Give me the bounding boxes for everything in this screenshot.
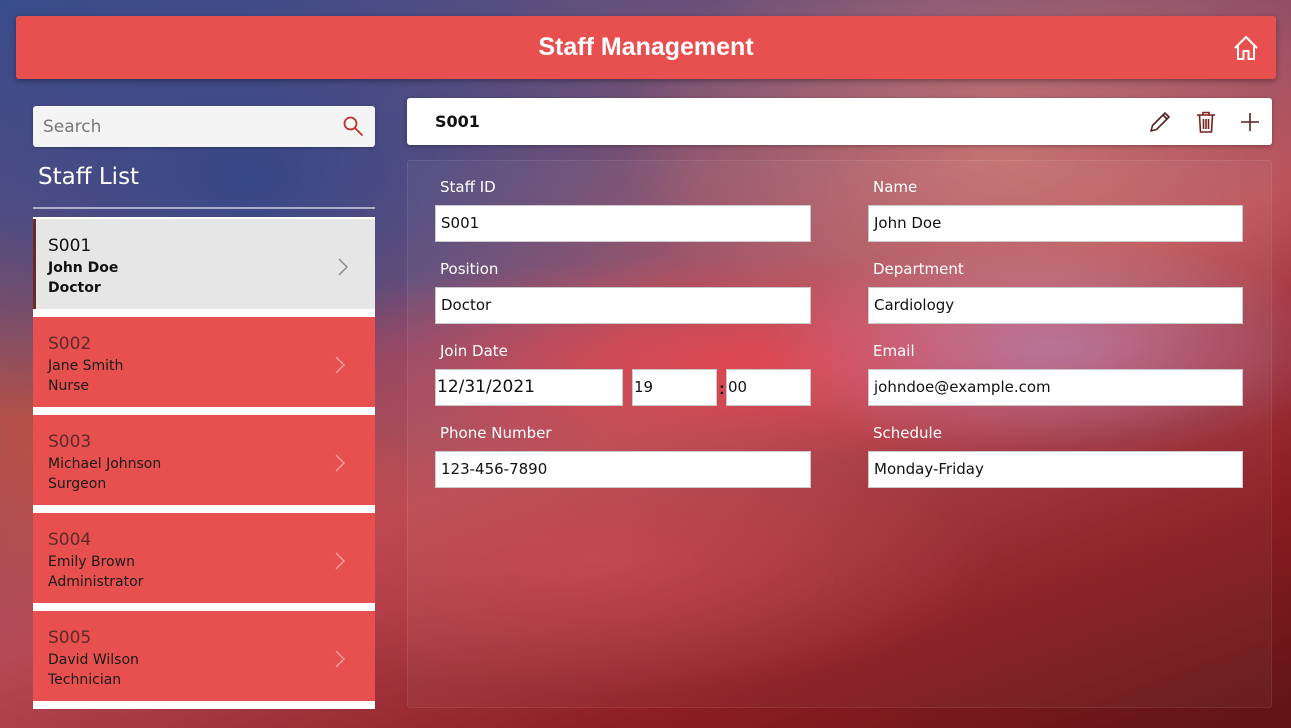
- email-label: Email: [873, 342, 915, 360]
- app-title: Staff Management: [538, 33, 754, 61]
- staff-id-label: Staff ID: [440, 178, 496, 196]
- app-header: Staff Management: [16, 16, 1276, 79]
- search-input[interactable]: [33, 106, 333, 147]
- join-hour-field[interactable]: 19: [632, 369, 717, 406]
- chevron-right-icon: [338, 258, 348, 276]
- staff-list-item[interactable]: S002 Jane Smith Nurse: [33, 317, 375, 407]
- position-field[interactable]: Doctor: [435, 287, 811, 324]
- chevron-right-icon: [335, 356, 345, 374]
- staff-item-name: Michael Johnson: [48, 456, 162, 472]
- schedule-field[interactable]: Monday-Friday: [868, 451, 1243, 488]
- staff-item-position: Administrator: [48, 574, 144, 590]
- name-label: Name: [873, 178, 918, 196]
- divider: [33, 207, 375, 209]
- staff-item-position: Surgeon: [48, 476, 107, 492]
- staff-item-id: S001: [48, 236, 92, 256]
- staff-item-id: S003: [48, 432, 92, 452]
- staff-item-id: S005: [48, 628, 92, 648]
- schedule-label: Schedule: [873, 424, 942, 442]
- delete-icon[interactable]: [1192, 108, 1220, 136]
- staff-id-field[interactable]: S001: [435, 205, 811, 242]
- staff-item-id: S004: [48, 530, 92, 550]
- staff-list-item[interactable]: S005 David Wilson Technician: [33, 611, 375, 701]
- department-label: Department: [873, 260, 964, 278]
- chevron-right-icon: [335, 650, 345, 668]
- staff-item-name: Jane Smith: [48, 358, 124, 374]
- chevron-right-icon: [335, 552, 345, 570]
- phone-field[interactable]: 123-456-7890: [435, 451, 811, 488]
- staff-list-item[interactable]: S003 Michael Johnson Surgeon: [33, 415, 375, 505]
- staff-list[interactable]: S001 John Doe Doctor S002 Jane Smith Nur…: [33, 217, 375, 709]
- edit-icon[interactable]: [1146, 108, 1174, 136]
- staff-list-item[interactable]: S001 John Doe Doctor: [33, 219, 375, 309]
- staff-list-item[interactable]: S004 Emily Brown Administrator: [33, 513, 375, 603]
- join-minute-field[interactable]: 00: [726, 369, 811, 406]
- staff-item-id: S002: [48, 334, 92, 354]
- detail-header: S001: [407, 98, 1272, 145]
- add-icon[interactable]: [1236, 108, 1264, 136]
- search-icon[interactable]: [341, 114, 365, 138]
- position-label: Position: [440, 260, 499, 278]
- join-date-label: Join Date: [440, 342, 508, 360]
- staff-list-title: Staff List: [38, 164, 140, 190]
- chevron-right-icon: [335, 454, 345, 472]
- staff-item-position: Technician: [48, 672, 122, 688]
- department-field[interactable]: Cardiology: [868, 287, 1243, 324]
- staff-item-name: David Wilson: [48, 652, 139, 668]
- time-separator: :: [719, 379, 725, 398]
- staff-item-name: John Doe: [48, 260, 119, 276]
- staff-item-position: Nurse: [48, 378, 90, 394]
- selected-staff-id: S001: [435, 112, 480, 131]
- search-box: [33, 106, 375, 147]
- join-date-field[interactable]: 12/31/2021: [435, 369, 623, 406]
- staff-item-name: Emily Brown: [48, 554, 135, 570]
- email-field[interactable]: johndoe@example.com: [868, 369, 1243, 406]
- phone-label: Phone Number: [440, 424, 552, 442]
- name-field[interactable]: John Doe: [868, 205, 1243, 242]
- home-icon[interactable]: [1232, 34, 1260, 62]
- staff-item-position: Doctor: [48, 280, 101, 296]
